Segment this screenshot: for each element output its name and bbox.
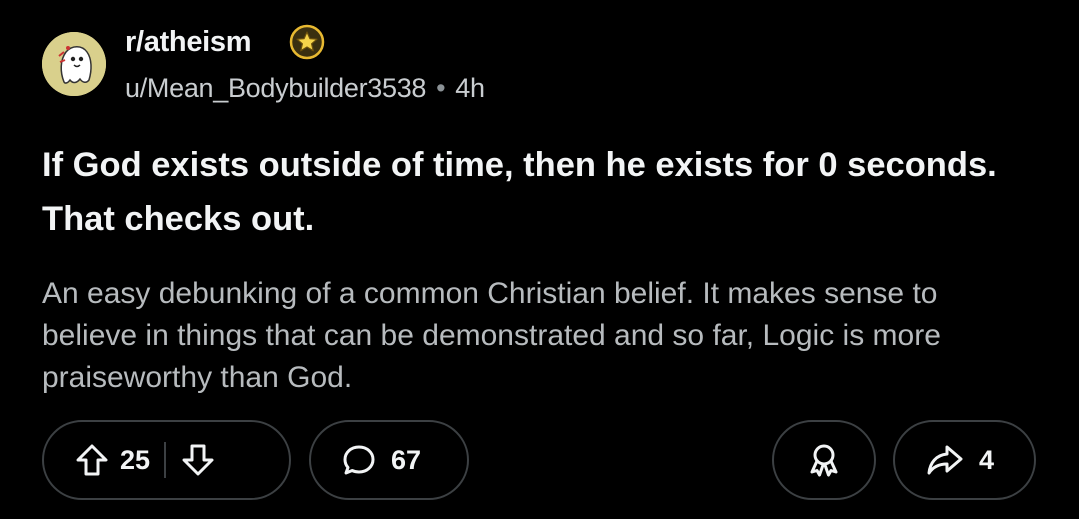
speech-bubble-icon (343, 445, 375, 475)
arrow-down-icon[interactable] (180, 442, 216, 478)
share-count: 4 (979, 444, 995, 475)
author-name[interactable]: u/Mean_Bodybuilder3538 (125, 73, 426, 103)
post-body[interactable]: An easy debunking of a common Christian … (42, 273, 1032, 399)
vote-bar: 25 (42, 420, 291, 500)
share-arrow-icon (927, 445, 963, 475)
subreddit-name[interactable]: r/atheism (125, 26, 252, 59)
ghost-avatar-icon (42, 32, 106, 96)
vote-divider (164, 442, 167, 478)
star-award-icon[interactable] (289, 24, 325, 60)
post-card[interactable]: r/atheism u/Mean_Bodybuilder3538 • 4h If G… (0, 0, 1079, 519)
arrow-up-icon[interactable] (74, 442, 110, 478)
upvote-count: 25 (120, 444, 151, 475)
award-ribbon-icon (810, 444, 838, 477)
award-button[interactable] (772, 420, 876, 500)
comment-count: 67 (391, 444, 422, 475)
post-title[interactable]: If God exists outside of time, then he e… (42, 138, 1032, 246)
post-meta: u/Mean_Bodybuilder3538 • 4h (125, 73, 485, 104)
share-button[interactable]: 4 (893, 420, 1036, 500)
subreddit-avatar[interactable] (42, 32, 106, 96)
post-age: 4h (455, 73, 485, 103)
meta-separator: • (436, 73, 446, 103)
comments-button[interactable]: 67 (309, 420, 469, 500)
